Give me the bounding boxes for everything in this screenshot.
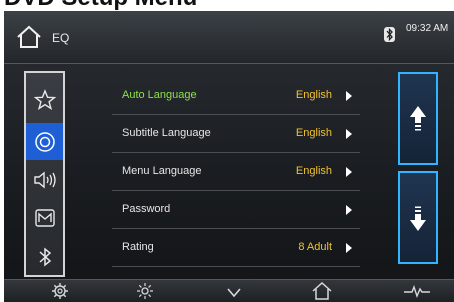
- document-heading: DVD Setup Menu: [4, 0, 197, 10]
- chevron-right-icon: [346, 129, 352, 139]
- home-icon[interactable]: [16, 25, 42, 49]
- chevron-right-icon: [346, 205, 352, 215]
- row-label: Password: [122, 203, 171, 215]
- clock: 09:32 AM: [406, 23, 449, 34]
- chevron-right-icon: [346, 167, 352, 177]
- speaker-icon: [33, 171, 56, 188]
- sidebar-item-display[interactable]: [26, 199, 63, 236]
- chevron-right-icon: [346, 243, 352, 253]
- settings-icon[interactable]: [51, 282, 69, 300]
- sidebar-item-dvd[interactable]: [26, 123, 63, 160]
- arrow-up-icon: [410, 105, 426, 130]
- chevron-down-icon[interactable]: [226, 286, 242, 300]
- chevron-right-icon: [346, 91, 352, 101]
- row-label: Menu Language: [122, 165, 202, 177]
- monitor-icon: [34, 208, 55, 227]
- bluetooth-status-icon: [384, 27, 395, 42]
- menu-row-subtitle-language[interactable]: Subtitle Language English: [112, 115, 360, 153]
- sidebar-item-bluetooth[interactable]: [26, 238, 63, 275]
- home-icon[interactable]: [312, 282, 332, 300]
- menu-row-menu-language[interactable]: Menu Language English: [112, 153, 360, 191]
- row-value: English: [295, 127, 332, 139]
- sidebar-item-audio[interactable]: [26, 161, 63, 198]
- row-value: English: [295, 165, 332, 177]
- row-label: Rating: [122, 241, 154, 253]
- waveform-icon[interactable]: [404, 284, 430, 298]
- head-unit-screen: EQ 09:32 AM Auto Language English Subtit…: [4, 11, 454, 302]
- row-label: Subtitle Language: [122, 127, 211, 139]
- top-bar: EQ 09:32 AM: [4, 11, 454, 64]
- scroll-up-button[interactable]: [398, 72, 438, 165]
- menu-row-rating[interactable]: Rating 8 Adult: [112, 229, 360, 267]
- bluetooth-icon: [38, 246, 51, 267]
- dvd-settings-menu: Auto Language English Subtitle Language …: [112, 77, 360, 277]
- row-value: English: [295, 89, 332, 101]
- menu-row-password[interactable]: Password: [112, 191, 360, 229]
- brightness-icon[interactable]: [136, 282, 154, 300]
- sidebar-item-favorites[interactable]: [26, 81, 63, 118]
- row-value: 8 Adult: [298, 241, 332, 253]
- scroll-down-button[interactable]: [398, 171, 438, 264]
- section-label: EQ: [52, 31, 70, 45]
- bottom-bar: [4, 279, 454, 302]
- sidebar: [24, 71, 65, 277]
- arrow-down-icon: [410, 206, 426, 231]
- menu-row-auto-language[interactable]: Auto Language English: [112, 77, 360, 115]
- row-label: Auto Language: [122, 89, 197, 101]
- star-icon: [33, 88, 56, 110]
- disc-icon: [34, 131, 55, 152]
